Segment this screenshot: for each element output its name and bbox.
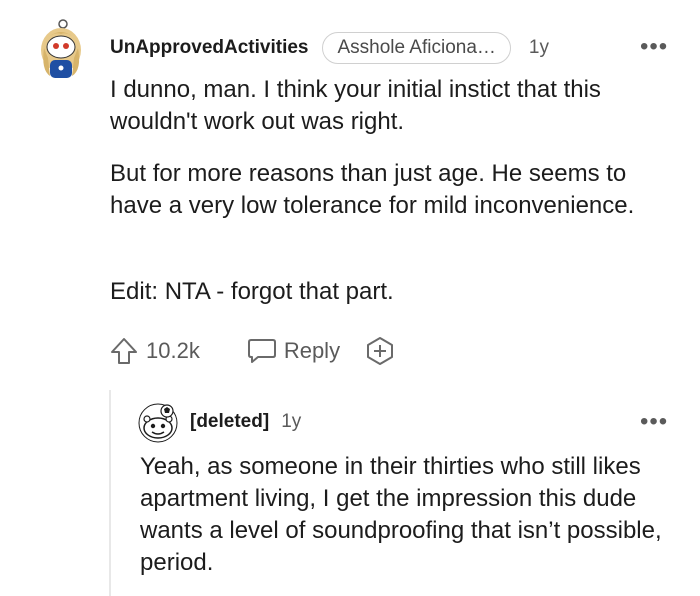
user-avatar[interactable] [36, 18, 86, 80]
reply-text: Yeah, as someone in their thirties who s… [140, 453, 662, 576]
user-flair[interactable]: Asshole Aficiona… [322, 32, 511, 64]
reply-header: [deleted] 1y [190, 408, 301, 436]
reply-button[interactable]: Reply [246, 336, 340, 366]
thread-line[interactable] [109, 390, 111, 596]
award-plus-icon [367, 337, 394, 365]
reply-more-options-icon[interactable]: ••• [640, 410, 668, 434]
comment-paragraph-2: But for more reasons than just age. He s… [110, 160, 635, 219]
upvote-button[interactable]: 10.2k [108, 335, 200, 367]
award-button[interactable] [364, 335, 396, 367]
vote-score: 10.2k [146, 338, 200, 363]
more-options-icon[interactable]: ••• [640, 35, 668, 59]
speech-bubble-icon [247, 339, 276, 363]
reply-age: 1y [281, 411, 302, 432]
reply-label: Reply [283, 338, 341, 363]
deleted-user-avatar [138, 403, 178, 443]
username[interactable]: UnApprovedActivities [110, 37, 308, 59]
comment-header: UnApprovedActivities Asshole Aficiona… 1… [110, 32, 549, 64]
reply-username[interactable]: [deleted] [190, 411, 269, 433]
upvote-arrow-icon[interactable] [108, 335, 140, 367]
comment-paragraph-3: Edit: NTA - forgot that part. [110, 278, 394, 305]
comment-paragraph-1: I dunno, man. I think your initial insti… [110, 76, 601, 135]
comment-actions: 10.2k Reply [108, 333, 396, 369]
comment-age: 1y [528, 37, 549, 58]
